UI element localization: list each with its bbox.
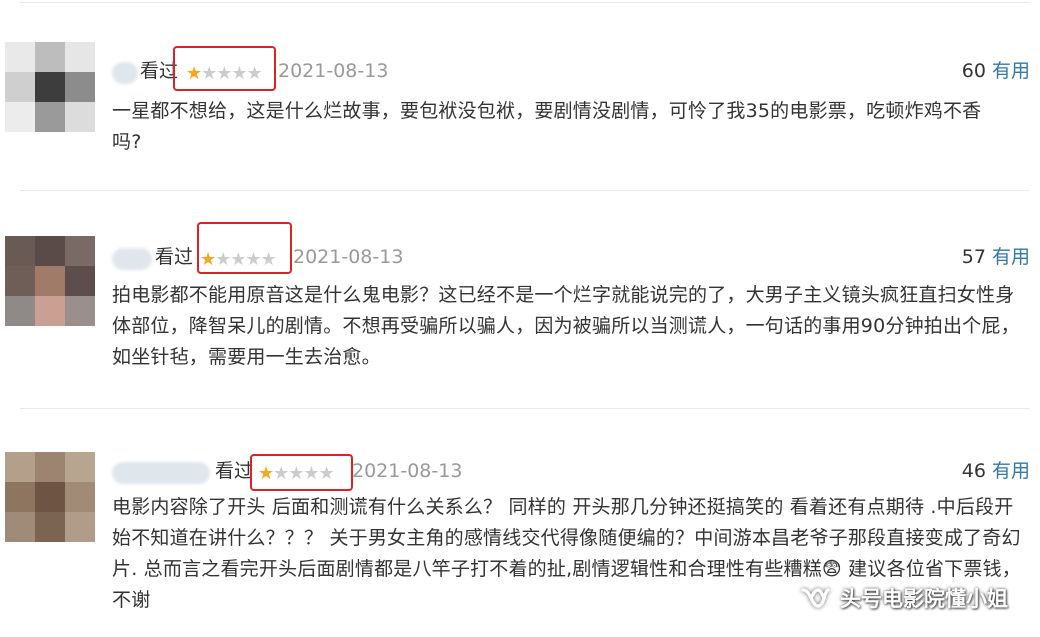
username-blurred[interactable] [112,62,138,84]
avatar[interactable] [5,236,95,326]
top-divider [20,2,1030,3]
watermark-text: 头号电影院懂小姐 [840,587,1008,611]
username-blurred[interactable] [112,462,210,484]
avatar[interactable] [5,42,95,132]
watched-label: 看过 [155,246,194,268]
vote-area: 57 有用 [962,242,1030,272]
avatar[interactable] [5,452,95,542]
vote-count: 57 [961,246,986,268]
rating-highlight-box [173,46,276,91]
useful-link[interactable]: 有用 [992,246,1030,268]
review-divider [20,190,1030,191]
vote-area: 60 有用 [962,56,1030,86]
watermark: 头号电影院懂小姐 [800,583,1008,613]
vote-area: 46 有用 [962,456,1030,486]
useful-link[interactable]: 有用 [992,460,1030,482]
review-date: 2021-08-13 [278,60,389,82]
wechat-channel-icon [801,588,830,608]
vote-count: 60 [961,60,986,82]
review-text: 拍电影都不能用原音这是什么鬼电影？这已经不是一个烂字就能说完的了，大男子主义镜头… [112,284,1020,368]
rating-highlight-box [197,222,292,274]
rating-highlight-box [250,454,353,491]
username-blurred[interactable] [112,248,152,270]
review-date: 2021-08-13 [293,246,404,268]
review-date: 2021-08-13 [352,460,463,482]
review-text: 一星都不想给，这是什么烂故事，要包袱没包袱，要剧情没剧情，可怜了我35的电影票，… [112,100,982,153]
review-divider [20,408,1030,409]
vote-count: 46 [961,460,986,482]
watched-label: 看过 [215,460,254,482]
useful-link[interactable]: 有用 [992,60,1030,82]
